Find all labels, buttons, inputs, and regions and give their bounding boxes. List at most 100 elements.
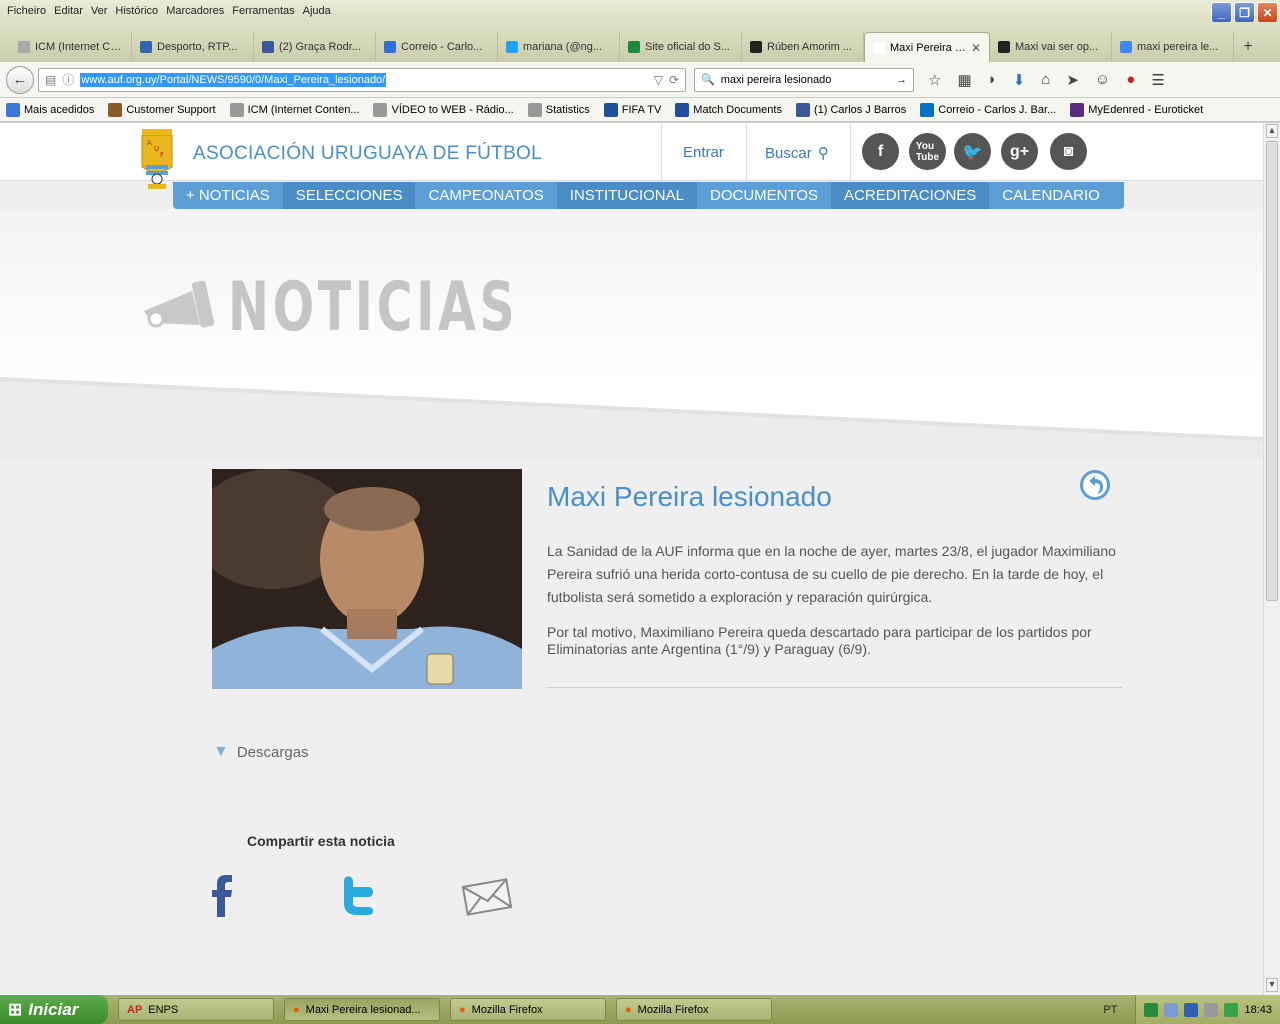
task-firefox-2[interactable]: ● Mozilla Firefox [450, 998, 606, 1021]
menu-history[interactable]: Histórico [115, 5, 158, 17]
share-twitter-icon[interactable] [340, 873, 376, 920]
menu-view[interactable]: Ver [91, 5, 108, 17]
restore-button[interactable]: ❐ [1234, 2, 1255, 23]
tab-6[interactable]: Rúben Amorim ... [742, 32, 864, 62]
search-box[interactable]: 🔍 maxi pereira lesionado → [694, 67, 914, 92]
start-label: Iniciar [28, 999, 79, 1019]
site-brand[interactable]: ASOCIACIÓN URUGUAYA DE FÚTBOL [193, 143, 542, 165]
pocket-icon[interactable]: ◗ [988, 71, 997, 89]
nav-item-0[interactable]: + NOTICIAS [173, 182, 283, 209]
minimize-button[interactable]: _ [1211, 2, 1232, 23]
tray-settings-icon[interactable] [1204, 1002, 1219, 1017]
article-photo[interactable] [212, 469, 522, 689]
facebook-icon[interactable]: f [862, 133, 899, 170]
bookmark-9[interactable]: MyEdenred - Euroticket [1070, 102, 1203, 117]
tray-network-icon[interactable] [1164, 1002, 1179, 1017]
nav-item-4[interactable]: DOCUMENTOS [697, 182, 831, 209]
tray-shield-icon[interactable] [1224, 1002, 1239, 1017]
menu-file[interactable]: Ficheiro [7, 5, 46, 17]
tab-7[interactable]: Maxi Pereira les... ✕ [864, 32, 990, 62]
youtube-icon[interactable]: You Tube [909, 133, 946, 170]
task-label: ENPS [148, 1003, 179, 1016]
bookmark-8[interactable]: Correio - Carlos J. Bar... [920, 102, 1056, 117]
bookmark-5[interactable]: FIFA TV [603, 102, 661, 117]
info-icon[interactable]: ⓘ [62, 71, 74, 88]
tab-2[interactable]: (2) Graça Rodr... [254, 32, 376, 62]
share-heading: Compartir esta noticia [247, 833, 395, 849]
tab-8[interactable]: Maxi vai ser op... [990, 32, 1112, 62]
menu-bar: Ficheiro Editar Ver Histórico Marcadores… [0, 0, 1280, 22]
share-facebook-icon[interactable] [210, 873, 234, 920]
bookmark-7[interactable]: (1) Carlos J Barros [795, 102, 906, 117]
send-icon[interactable]: ➤ [1066, 71, 1079, 89]
menu-hamburger-icon[interactable]: ☰ [1151, 71, 1164, 89]
return-icon[interactable] [1079, 469, 1111, 501]
scroll-up-icon[interactable]: ▲ [1266, 124, 1278, 138]
google-plus-icon[interactable]: g+ [1001, 133, 1038, 170]
system-tray: 18:43 [1135, 995, 1280, 1024]
bookmark-4[interactable]: Statistics [527, 102, 590, 117]
tab-label: ICM (Internet Cont... [35, 41, 123, 53]
scroll-down-icon[interactable]: ▼ [1266, 978, 1278, 992]
nav-item-5[interactable]: ACREDITACIONES [831, 182, 990, 209]
search-link[interactable]: Buscar ⚲ [765, 144, 829, 163]
vertical-scrollbar[interactable]: ▲ ▼ [1263, 123, 1280, 995]
url-text[interactable]: www.auf.org.uy/Portal/NEWS/9590/0/Maxi_P… [80, 72, 387, 87]
tab-3[interactable]: Correio - Carlo... [376, 32, 498, 62]
downloads-toggle[interactable]: ▼ Descargas [213, 743, 309, 761]
download-icon[interactable]: ⬇ [1013, 71, 1026, 89]
tab-0[interactable]: ICM (Internet Cont... [10, 32, 132, 62]
instagram-icon[interactable]: ◙ [1050, 133, 1087, 170]
bookmark-6[interactable]: Match Documents [675, 102, 782, 117]
tab-label: (2) Graça Rodr... [279, 41, 361, 53]
search-input[interactable]: maxi pereira lesionado [721, 74, 832, 86]
auf-logo-icon[interactable]: A U F [140, 129, 174, 189]
twitter-icon[interactable]: 🐦 [954, 133, 991, 170]
close-window-button[interactable]: ✕ [1257, 2, 1278, 23]
share-email-icon[interactable] [461, 877, 513, 920]
bookmark-0[interactable]: Mais acedidos [6, 102, 94, 117]
tab-favicon-icon [506, 41, 518, 53]
language-indicator[interactable]: PT [1103, 1004, 1117, 1016]
window-controls: _ ❐ ✕ [1211, 2, 1278, 23]
article-paragraph-1: La Sanidad de la AUF informa que en la n… [547, 543, 1116, 605]
task-firefox-3[interactable]: ● Mozilla Firefox [616, 998, 772, 1021]
task-label: Mozilla Firefox [471, 1003, 543, 1016]
dropdown-icon[interactable]: ▽ [654, 73, 663, 87]
nav-item-3[interactable]: INSTITUCIONAL [556, 182, 697, 209]
menu-help[interactable]: Ajuda [303, 5, 331, 17]
tray-monitor-icon[interactable] [1184, 1002, 1199, 1017]
tab-favicon-icon [18, 41, 30, 53]
tray-app-icon[interactable] [1144, 1002, 1159, 1017]
login-link[interactable]: Entrar [683, 144, 724, 161]
search-go-icon[interactable]: → [896, 74, 907, 86]
home-icon[interactable]: ⌂ [1041, 71, 1050, 89]
chat-icon[interactable]: ☺ [1095, 71, 1110, 89]
bookmark-3[interactable]: VÍDEO to WEB - Rádio... [373, 102, 514, 117]
tab-1[interactable]: Desporto, RTP... [132, 32, 254, 62]
pinterest-icon[interactable]: ● [1126, 71, 1135, 89]
menu-tools[interactable]: Ferramentas [232, 5, 294, 17]
scroll-thumb[interactable] [1266, 141, 1278, 601]
task-enps[interactable]: AP ENPS [118, 998, 274, 1021]
tab-9[interactable]: maxi pereira le... [1112, 32, 1234, 62]
bookmark-star-icon[interactable]: ☆ [928, 71, 941, 89]
tab-close-icon[interactable]: ✕ [971, 41, 981, 55]
nav-item-6[interactable]: CALENDARIO [989, 182, 1113, 209]
task-firefox-active[interactable]: ● Maxi Pereira lesionad... [284, 998, 440, 1021]
reading-list-icon[interactable]: ▦ [957, 71, 971, 89]
bookmark-1[interactable]: Customer Support [108, 102, 216, 117]
tab-4[interactable]: mariana (@ng... [498, 32, 620, 62]
url-bar[interactable]: ▤ ⓘ www.auf.org.uy/Portal/NEWS/9590/0/Ma… [38, 67, 686, 92]
bookmark-2[interactable]: ICM (Internet Conten... [229, 102, 359, 117]
nav-item-2[interactable]: CAMPEONATOS [415, 182, 556, 209]
menu-edit[interactable]: Editar [54, 5, 83, 17]
start-button[interactable]: ⊞ Iniciar [0, 995, 108, 1024]
nav-item-1[interactable]: SELECCIONES [282, 182, 416, 209]
tab-favicon-icon [873, 41, 885, 54]
menu-bookmarks[interactable]: Marcadores [166, 5, 224, 17]
reload-icon[interactable]: ⟳ [669, 73, 679, 87]
tab-5[interactable]: Site oficial do S... [620, 32, 742, 62]
back-button[interactable]: ← [6, 65, 34, 94]
new-tab-button[interactable]: + [1234, 32, 1262, 62]
